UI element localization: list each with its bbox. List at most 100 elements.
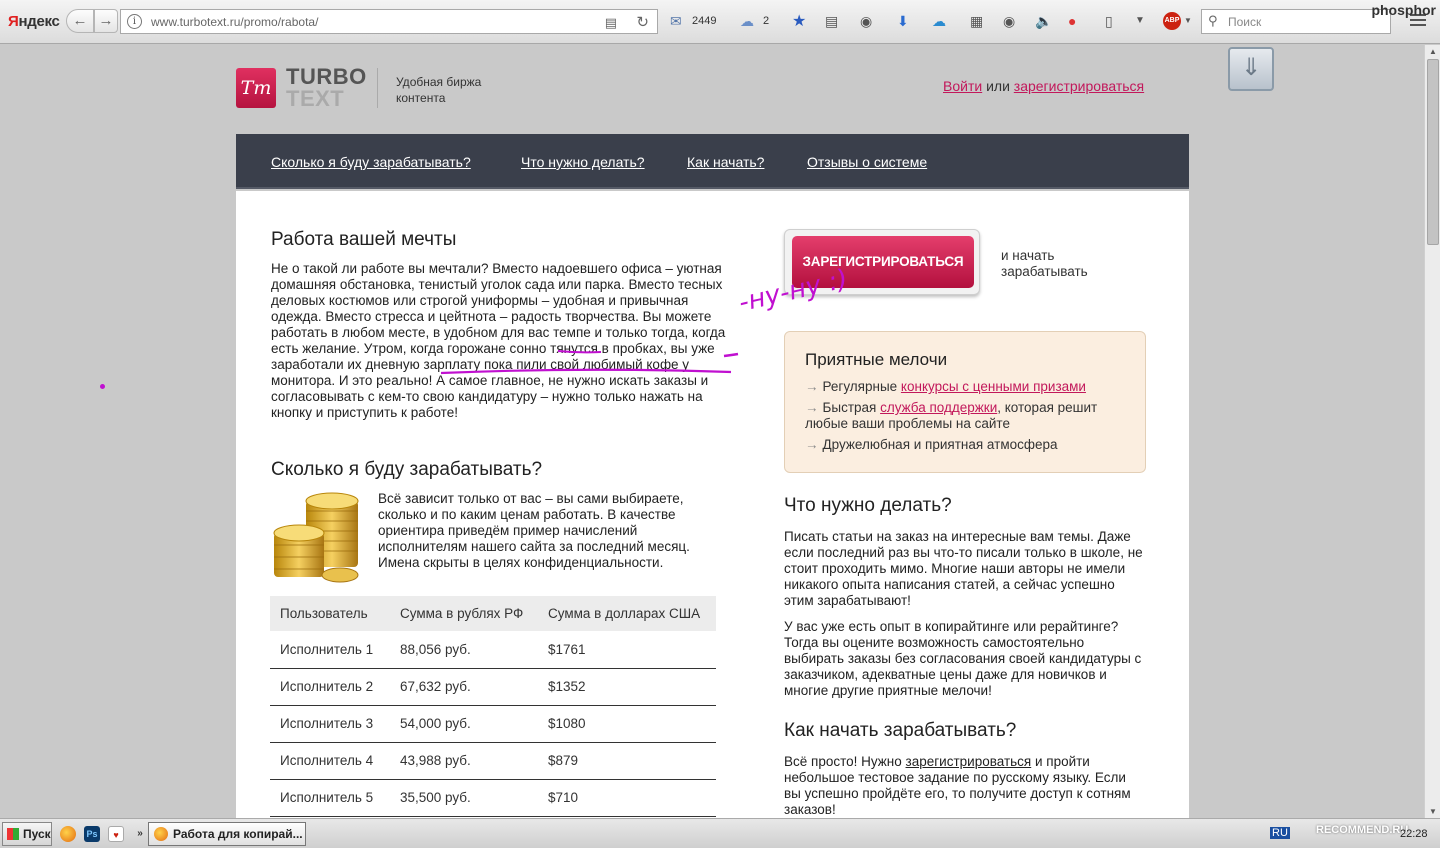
speaker-icon[interactable]: 🔈 (1035, 13, 1052, 30)
perk-item: → Регулярные конкурсы с ценными призами (805, 379, 1125, 395)
forward-button[interactable]: → (94, 9, 118, 33)
page-scrollbar[interactable]: ▲ ▼ (1424, 45, 1440, 818)
scroll-down-icon[interactable]: ▼ (1427, 807, 1439, 816)
nav-reviews[interactable]: Отзывы о системе (807, 154, 927, 170)
auth-links: Войти или зарегистрироваться (943, 78, 1144, 94)
download-icon[interactable]: ⬇ (897, 13, 909, 30)
screenshot-icon[interactable]: ◉ (1003, 13, 1015, 30)
back-button[interactable]: ← (66, 9, 94, 33)
nav-how-to-start[interactable]: Как начать? (687, 154, 764, 170)
username-label: phosphor (1371, 2, 1436, 18)
taskbar-firefox-window[interactable]: Работа для копирай... (148, 822, 306, 846)
watermark-text: RECOMMEND.RU (1316, 824, 1409, 836)
cell-user: Исполнитель 4 (270, 742, 390, 780)
mail-icon[interactable]: ✉ (670, 13, 682, 30)
gold-coins-image (273, 492, 359, 583)
dream-job-title: Работа вашей мечты (271, 229, 457, 250)
cell-user: Исполнитель 1 (270, 631, 390, 669)
arrow-right-icon: → (805, 437, 819, 452)
arrow-right-icon: → (98, 12, 114, 29)
site-tagline: Удобная биржа контента (396, 75, 482, 105)
contests-link[interactable]: конкурсы с ценными призами (901, 379, 1086, 394)
clock[interactable]: 22:28 (1400, 828, 1428, 840)
search-box[interactable]: ⚲ Поиск (1201, 9, 1391, 34)
cell-usd: $1080 (538, 705, 716, 743)
cell-usd: $1352 (538, 668, 716, 706)
earnings-title: Сколько я буду зарабатывать? (271, 459, 543, 480)
cloud-icon[interactable]: ☁ (740, 13, 754, 30)
col-user: Пользователь (270, 596, 390, 631)
nav-what-to-do[interactable]: Что нужно делать? (521, 154, 645, 170)
logo-word-turbo[interactable]: TURBO (286, 66, 367, 88)
register-link[interactable]: зарегистрироваться (1014, 78, 1144, 94)
mail-count: 2449 (692, 15, 717, 27)
bookmarks-list-icon[interactable]: ▤ (825, 13, 838, 30)
dream-job-text: Не о такой ли работе вы мечтали? Вместо … (271, 261, 729, 421)
perk-item: → Дружелюбная и приятная атмосфера (805, 437, 1125, 453)
scroll-up-icon[interactable]: ▲ (1427, 47, 1439, 56)
firefox-icon[interactable] (60, 826, 76, 842)
site-info-icon[interactable]: i (127, 14, 142, 29)
what-to-do-text-1: Писать статьи на заказ на интересные вам… (784, 529, 1143, 608)
main-content: Работа вашей мечты Не о такой ли работе … (236, 191, 1189, 818)
cell-usd: $1761 (538, 631, 716, 669)
clipboard-icon[interactable]: ▯ (1105, 13, 1113, 30)
start-text-part: Всё просто! Нужно (784, 754, 906, 769)
what-to-do-text-2: У вас уже есть опыт в копирайтинге или р… (784, 619, 1142, 698)
nav-how-much[interactable]: Сколько я буду зарабатывать? (271, 154, 471, 170)
windows-flag-icon (7, 828, 19, 840)
adblock-icon[interactable]: ABP (1163, 12, 1181, 30)
table-row: Исполнитель 2 67,632 руб. $1352 (270, 668, 716, 706)
photoshop-icon[interactable]: Ps (84, 826, 100, 842)
what-to-do-title: Что нужно делать? (784, 495, 952, 516)
cloud-count: 2 (763, 15, 770, 27)
sync-icon[interactable]: ☁ (932, 13, 946, 30)
pocket-icon[interactable]: ◉ (860, 13, 872, 30)
search-placeholder: Поиск (1228, 15, 1262, 29)
arrow-right-icon: → (805, 379, 819, 394)
start-label: Пуск (23, 827, 51, 841)
table-row: Исполнитель 5 35,500 руб. $710 (270, 779, 716, 817)
login-link[interactable]: Войти (943, 78, 982, 94)
perk-text: Быстрая (822, 400, 881, 415)
search-icon: ⚲ (1208, 13, 1218, 28)
color-picker-icon[interactable]: ● (1068, 13, 1076, 29)
support-link[interactable]: служба поддержки (880, 400, 997, 415)
download-helper-button[interactable]: ⇓ (1228, 47, 1274, 91)
cell-user: Исполнитель 5 (270, 779, 390, 817)
cell-rub: 35,500 руб. (390, 779, 538, 817)
cell-user: Исполнитель 2 (270, 668, 390, 706)
scroll-thumb[interactable] (1427, 59, 1439, 245)
adblock-menu-chevron-icon[interactable]: ▼ (1184, 16, 1192, 25)
address-bar[interactable]: i www.turbotext.ru/promo/rabota/ ▤ ↻ (120, 9, 658, 34)
chevron-down-icon[interactable]: ▼ (1135, 15, 1145, 26)
table-row: Исполнитель 4 43,988 руб. $879 (270, 742, 716, 780)
cell-usd: $879 (538, 742, 716, 780)
dream-text-part: , когда горожане сонно тянутся в пробках… (402, 341, 671, 356)
extension-icon[interactable]: ▦ (970, 13, 983, 30)
perk-item: → Быстрая служба поддержки, которая решит… (805, 400, 1125, 432)
language-indicator[interactable]: RU (1270, 827, 1290, 839)
logo-word-text[interactable]: TEXT (286, 88, 344, 110)
address-url[interactable]: www.turbotext.ru/promo/rabota/ (151, 15, 318, 29)
table-row: Исполнитель 3 54,000 руб. $1080 (270, 705, 716, 743)
cell-rub: 54,000 руб. (390, 705, 538, 743)
register-inline-link[interactable]: зарегистрироваться (906, 754, 1032, 769)
turbotext-logo[interactable]: Tт (236, 68, 276, 108)
perk-text: Дружелюбная и приятная атмосфера (822, 437, 1058, 452)
app-icon[interactable]: ♥ (108, 826, 124, 842)
annotation-dot (100, 384, 105, 389)
page-viewport: Tт TURBO TEXT Удобная биржа контента Вой… (0, 45, 1424, 818)
perks-box: Приятные мелочи → Регулярные конкурсы с ц… (784, 331, 1146, 473)
bookmark-star-icon[interactable]: ★ (792, 11, 806, 31)
cell-rub: 43,988 руб. (390, 742, 538, 780)
highlight-morning: Утром (363, 341, 403, 356)
yandex-logo[interactable]: Яндекс (8, 13, 60, 30)
firefox-icon (154, 827, 168, 841)
windows-taskbar: Пуск Ps ♥ » Работа для копирай... RU REC… (0, 818, 1440, 848)
reader-view-icon[interactable]: ▤ (605, 15, 617, 31)
start-button[interactable]: Пуск (2, 822, 52, 846)
reload-icon[interactable]: ↻ (636, 13, 649, 31)
cell-usd: $710 (538, 779, 716, 817)
quicklaunch-chevron-icon[interactable]: » (132, 826, 148, 842)
